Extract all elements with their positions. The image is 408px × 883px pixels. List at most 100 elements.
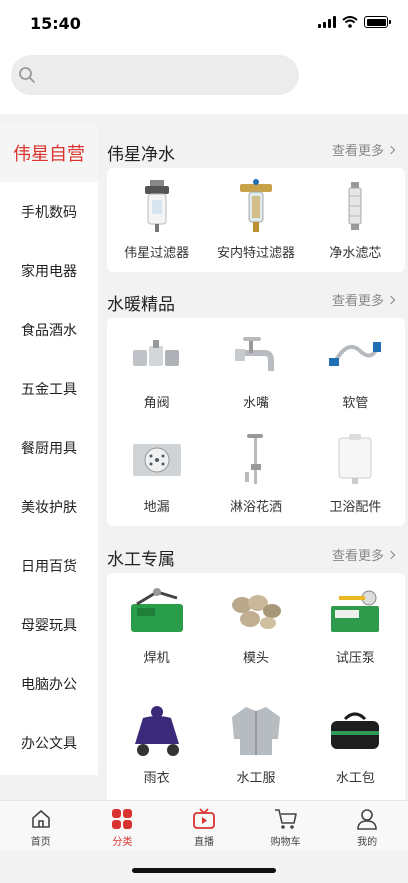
sidebar-item-weixing-self[interactable]: 伟星自营 xyxy=(0,123,98,182)
product-label: 地漏 xyxy=(143,500,170,515)
welder-icon xyxy=(127,583,187,639)
sidebar-item-appliances[interactable]: 家用电器 xyxy=(0,241,98,300)
home-icon xyxy=(28,807,54,831)
search-icon xyxy=(19,67,35,83)
sidebar-item-computers[interactable]: 电脑办公 xyxy=(0,654,98,713)
search-input[interactable] xyxy=(11,55,299,95)
tab-category[interactable]: 分类 xyxy=(82,801,164,850)
view-more-label: 查看更多 xyxy=(331,144,384,159)
product-item[interactable]: 水工服 xyxy=(206,693,305,797)
sidebar-item-kitchenware[interactable]: 餐厨用具 xyxy=(0,418,98,477)
product-label: 雨衣 xyxy=(143,771,170,786)
product-item[interactable]: 地漏 xyxy=(107,422,206,526)
sidebar-item-daily-goods[interactable]: 日用百货 xyxy=(0,536,98,595)
water-filter-icon xyxy=(127,178,187,234)
product-label: 水工服 xyxy=(236,771,276,786)
product-item[interactable]: 卫浴配件 xyxy=(306,422,405,526)
product-label: 水工包 xyxy=(335,771,375,786)
product-item[interactable]: 试压泵 xyxy=(306,573,405,677)
product-label: 试压泵 xyxy=(335,651,375,666)
product-item[interactable]: 雨衣 xyxy=(107,693,206,797)
pressure-pump-icon xyxy=(325,583,385,639)
product-item[interactable]: 安内特过滤器 xyxy=(206,168,305,272)
sidebar-item-label: 手机数码 xyxy=(21,204,77,221)
product-label: 角阀 xyxy=(143,396,170,411)
product-item[interactable]: 净水滤芯 xyxy=(306,168,405,272)
tab-cart[interactable]: 购物车 xyxy=(245,801,327,850)
profile-icon xyxy=(354,807,380,831)
bottom-tab-bar: 首页 分类 直播 购物车 我的 xyxy=(0,800,408,850)
sidebar-item-label: 办公文具 xyxy=(21,735,77,752)
view-more-label: 查看更多 xyxy=(331,294,384,309)
raincoat-icon xyxy=(127,703,187,759)
sidebar-item-stationery[interactable]: 办公文具 xyxy=(0,713,98,772)
angle-valve-icon xyxy=(127,328,187,384)
view-more-label: 查看更多 xyxy=(331,549,384,564)
tab-home[interactable]: 首页 xyxy=(0,801,82,850)
sidebar-item-beauty[interactable]: 美妆护肤 xyxy=(0,477,98,536)
section-title: 伟星净水 xyxy=(107,145,175,165)
chevron-right-icon xyxy=(386,145,396,154)
battery-icon xyxy=(364,16,391,28)
product-item[interactable]: 伟星过滤器 xyxy=(107,168,206,272)
tab-label: 购物车 xyxy=(270,837,301,848)
home-indicator xyxy=(132,868,276,873)
product-item[interactable]: 淋浴花洒 xyxy=(206,422,305,526)
view-more-link[interactable]: 查看更多 xyxy=(331,290,396,309)
product-label: 水嘴 xyxy=(242,396,269,411)
product-label: 净水滤芯 xyxy=(329,246,382,261)
sidebar-item-hardware[interactable]: 五金工具 xyxy=(0,359,98,418)
wifi-icon xyxy=(342,16,358,28)
product-label: 模头 xyxy=(242,651,269,666)
sidebar-item-phones[interactable]: 手机数码 xyxy=(0,182,98,241)
faucet-icon xyxy=(226,328,286,384)
sidebar-item-label: 伟星自营 xyxy=(13,143,85,165)
section-header: 水工专属 查看更多 xyxy=(98,526,408,573)
status-icons xyxy=(318,16,391,28)
view-more-link[interactable]: 查看更多 xyxy=(331,545,396,564)
product-item[interactable]: 水工包 xyxy=(306,693,405,797)
product-label: 卫浴配件 xyxy=(329,500,382,515)
view-more-link[interactable]: 查看更多 xyxy=(331,140,396,159)
brass-filter-icon xyxy=(226,178,286,234)
product-label: 淋浴花洒 xyxy=(229,500,282,515)
status-time: 15:40 xyxy=(30,14,81,33)
status-bar: 15:40 xyxy=(0,0,408,48)
product-label: 软管 xyxy=(342,396,369,411)
section-header: 水暖精品 查看更多 xyxy=(98,272,408,318)
section-title: 水工专属 xyxy=(107,550,175,570)
tab-label: 首页 xyxy=(30,837,51,848)
cellular-signal-icon xyxy=(318,16,336,28)
product-item[interactable]: 焊机 xyxy=(107,573,206,677)
tab-label: 分类 xyxy=(112,837,133,848)
chevron-right-icon xyxy=(386,550,396,559)
sidebar-item-label: 五金工具 xyxy=(21,381,77,398)
shower-icon xyxy=(226,432,286,488)
product-label: 焊机 xyxy=(143,651,170,666)
sidebar-item-baby-toys[interactable]: 母婴玩具 xyxy=(0,595,98,654)
product-item[interactable]: 角阀 xyxy=(107,318,206,422)
filter-cartridge-icon xyxy=(325,178,385,234)
cistern-icon xyxy=(325,432,385,488)
chevron-right-icon xyxy=(386,295,396,304)
sidebar-item-food-drinks[interactable]: 食品酒水 xyxy=(0,300,98,359)
section-title: 水暖精品 xyxy=(107,295,175,315)
category-icon xyxy=(109,807,135,831)
product-item[interactable]: 软管 xyxy=(306,318,405,422)
tab-profile[interactable]: 我的 xyxy=(326,801,408,850)
die-head-icon xyxy=(226,583,286,639)
tab-live[interactable]: 直播 xyxy=(163,801,245,850)
sidebar-item-label: 母婴玩具 xyxy=(21,617,77,634)
product-item[interactable]: 模头 xyxy=(206,573,305,677)
product-label: 伟星过滤器 xyxy=(124,246,190,261)
product-grid: 伟星过滤器 安内特过滤器 净水滤芯 xyxy=(107,168,405,272)
search-area xyxy=(0,48,408,114)
product-item[interactable]: 水嘴 xyxy=(206,318,305,422)
product-grid: 焊机 模头 试压泵 雨衣 水工服 水工包 xyxy=(107,573,405,800)
tab-label: 我的 xyxy=(357,837,378,848)
tool-bag-icon xyxy=(325,703,385,759)
sidebar-item-label: 餐厨用具 xyxy=(21,440,77,457)
sidebar-item-label: 家用电器 xyxy=(21,263,77,280)
product-grid: 角阀 水嘴 软管 地漏 淋浴花洒 卫浴配件 xyxy=(107,318,405,526)
live-tv-icon xyxy=(191,807,217,831)
